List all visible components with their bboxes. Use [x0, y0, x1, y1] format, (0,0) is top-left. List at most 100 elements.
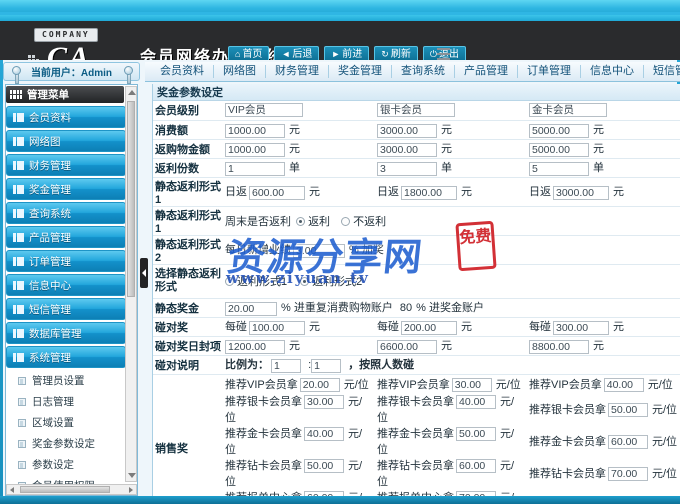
- tab-bonus[interactable]: 奖金管理: [329, 65, 392, 78]
- sales-input-gold-c2[interactable]: 50.00: [456, 427, 496, 442]
- tab-sms[interactable]: 短信管理: [644, 65, 680, 78]
- sales-row-label: 推荐金卡会员拿: [529, 436, 606, 449]
- tab-query[interactable]: 查询系统: [392, 65, 455, 78]
- tab-finance[interactable]: 财务管理: [266, 65, 329, 78]
- rebuy-input-gold[interactable]: 5000.00: [529, 142, 589, 157]
- match-cap-input-silver[interactable]: 6600.00: [377, 339, 437, 354]
- shares-input-silver[interactable]: 3: [377, 161, 437, 176]
- match-input-vip[interactable]: 100.00: [249, 320, 305, 335]
- sales-input-vip-c3[interactable]: 40.00: [603, 377, 644, 392]
- sidebar-item-network-graph[interactable]: 网络图: [6, 130, 126, 152]
- sales-input-diamond-c2[interactable]: 60.00: [456, 459, 496, 474]
- sales-row-label: 推荐金卡会员拿: [225, 428, 302, 441]
- rebuy-input-silver[interactable]: 3000.00: [377, 142, 437, 157]
- scroll-right-arrow-icon[interactable]: [129, 487, 133, 493]
- scroll-thumb-h[interactable]: [20, 486, 110, 493]
- tab-order[interactable]: 订单管理: [518, 65, 581, 78]
- static-form-2-radio[interactable]: [300, 277, 310, 286]
- match-ratio-suffix: ，按照人数碰: [348, 359, 415, 372]
- sales-input-silver-c1[interactable]: 30.00: [304, 395, 344, 410]
- static1-input-gold[interactable]: 3000.00: [553, 185, 609, 200]
- level-input-silver[interactable]: 银卡会员: [377, 103, 455, 118]
- match-ratio-input-b[interactable]: 1: [311, 358, 342, 373]
- static2-prefix: 每日新增业绩: [225, 244, 291, 257]
- tab-member-info[interactable]: 会员资料: [151, 65, 214, 78]
- sidebar-subitem-label: 参数设定: [32, 459, 74, 471]
- sidebar-subitem-bonus-params[interactable]: 奖金参数设定: [6, 433, 126, 454]
- static-form-1-radio[interactable]: [225, 277, 234, 286]
- label-sales-bonus: 销售奖: [153, 374, 223, 496]
- sales-input-diamond-c1[interactable]: 50.00: [304, 459, 344, 474]
- sidebar-item-query[interactable]: 查询系统: [6, 202, 126, 224]
- row-member-level: 会员级别 VIP会员 银卡会员 金卡会员: [153, 101, 680, 121]
- sidebar-vertical-scrollbar[interactable]: [125, 86, 137, 482]
- scroll-up-arrow-icon[interactable]: [128, 90, 136, 95]
- consume-input-silver[interactable]: 3000.00: [377, 123, 437, 138]
- sidebar-item-product[interactable]: 产品管理: [6, 226, 126, 248]
- match-cap-input-vip[interactable]: 1200.00: [225, 339, 285, 354]
- scroll-thumb[interactable]: [127, 101, 135, 297]
- sidebar-item-member-info[interactable]: 会员资料: [6, 106, 126, 128]
- sidebar-item-system[interactable]: 系统管理: [6, 346, 126, 368]
- static-bonus-input-2[interactable]: 80: [400, 302, 412, 314]
- unit-dan: 单: [441, 162, 452, 175]
- row-choose-static-form: 选择静态返利形式 返利形式1 返利形式2: [153, 264, 680, 299]
- label-match-note: 碰对说明: [153, 355, 223, 375]
- sidebar-subitem-region-settings[interactable]: 区域设置: [6, 412, 126, 433]
- unit-dan: 单: [289, 162, 300, 175]
- sales-row-label: 推荐VIP会员拿: [377, 378, 450, 391]
- weekend-rebate-yes-radio[interactable]: [296, 216, 306, 226]
- sales-input-gold-c3[interactable]: 60.00: [608, 435, 648, 450]
- level-input-gold[interactable]: 金卡会员: [529, 103, 607, 118]
- sidebar-item-order[interactable]: 订单管理: [6, 250, 126, 272]
- sidebar-item-sms[interactable]: 短信管理: [6, 298, 126, 320]
- scroll-left-arrow-icon[interactable]: [10, 487, 14, 493]
- menu-hamburger-icon[interactable]: [437, 48, 450, 60]
- tab-product[interactable]: 产品管理: [455, 65, 518, 78]
- tab-network-graph[interactable]: 网络图: [214, 65, 266, 78]
- consume-input-vip[interactable]: 1000.00: [225, 123, 285, 138]
- menu-block-icon: [13, 328, 24, 338]
- menu-block-icon: [13, 112, 24, 122]
- match-ratio-input-a[interactable]: 1: [271, 358, 301, 373]
- match-input-silver[interactable]: 200.00: [401, 320, 457, 335]
- sidebar-item-finance[interactable]: 财务管理: [6, 154, 126, 176]
- sales-input-gold-c1[interactable]: 40.00: [304, 427, 344, 442]
- menu-block-icon: [13, 256, 24, 266]
- sales-input-silver-c3[interactable]: 50.00: [608, 403, 648, 418]
- static1-input-vip[interactable]: 600.00: [249, 185, 305, 200]
- scroll-down-arrow-icon[interactable]: [128, 473, 136, 478]
- sidebar-subitem-params[interactable]: 参数设定: [6, 454, 126, 475]
- sidebar-item-info-center[interactable]: 信息中心: [6, 274, 126, 296]
- sidebar-title: 管理菜单: [27, 89, 69, 101]
- match-cap-input-gold[interactable]: 8800.00: [529, 339, 589, 354]
- sales-input-diamond-c3[interactable]: 70.00: [608, 467, 648, 482]
- rebuy-input-vip[interactable]: 1000.00: [225, 142, 285, 157]
- sidebar-subitem-log-management[interactable]: 日志管理: [6, 391, 126, 412]
- label-rebuy: 返购物金额: [153, 139, 223, 159]
- sidebar-item-database[interactable]: 数据库管理: [6, 322, 126, 344]
- consume-input-gold[interactable]: 5000.00: [529, 123, 589, 138]
- sidebar-subitem-admin-settings[interactable]: 管理员设置: [6, 370, 126, 391]
- static1-input-silver[interactable]: 1800.00: [401, 185, 457, 200]
- sidebar-item-label: 会员资料: [29, 111, 71, 124]
- sidebar-horizontal-scrollbar[interactable]: [6, 484, 137, 495]
- static-form-2-label: 返利形式2: [312, 276, 363, 288]
- weekend-rebate-no-radio[interactable]: [341, 216, 351, 226]
- sales-input-vip-c2[interactable]: 30.00: [451, 377, 492, 392]
- menu-block-icon: [13, 232, 24, 242]
- shares-input-gold[interactable]: 5: [529, 161, 589, 176]
- sidebar-collapse-handle[interactable]: [140, 258, 148, 288]
- shares-input-vip[interactable]: 1: [225, 161, 285, 176]
- sales-input-vip-c1[interactable]: 20.00: [299, 377, 340, 392]
- tab-info-center[interactable]: 信息中心: [581, 65, 644, 78]
- sales-row-label: 推荐钻卡会员拿: [225, 460, 302, 473]
- sales-input-silver-c2[interactable]: 40.00: [456, 395, 496, 410]
- static2-input[interactable]: 3.00: [293, 243, 345, 258]
- row-match-bonus: 碰对奖 每碰 100.00 元 每碰 200.00 元 每碰 300.00 元: [153, 317, 680, 337]
- sidebar-item-bonus[interactable]: 奖金管理: [6, 178, 126, 200]
- sales-row-label: 推荐银卡会员拿: [225, 396, 302, 408]
- level-input-vip[interactable]: VIP会员: [225, 103, 303, 118]
- match-input-gold[interactable]: 300.00: [553, 320, 609, 335]
- static-bonus-input[interactable]: 20.00: [225, 301, 277, 316]
